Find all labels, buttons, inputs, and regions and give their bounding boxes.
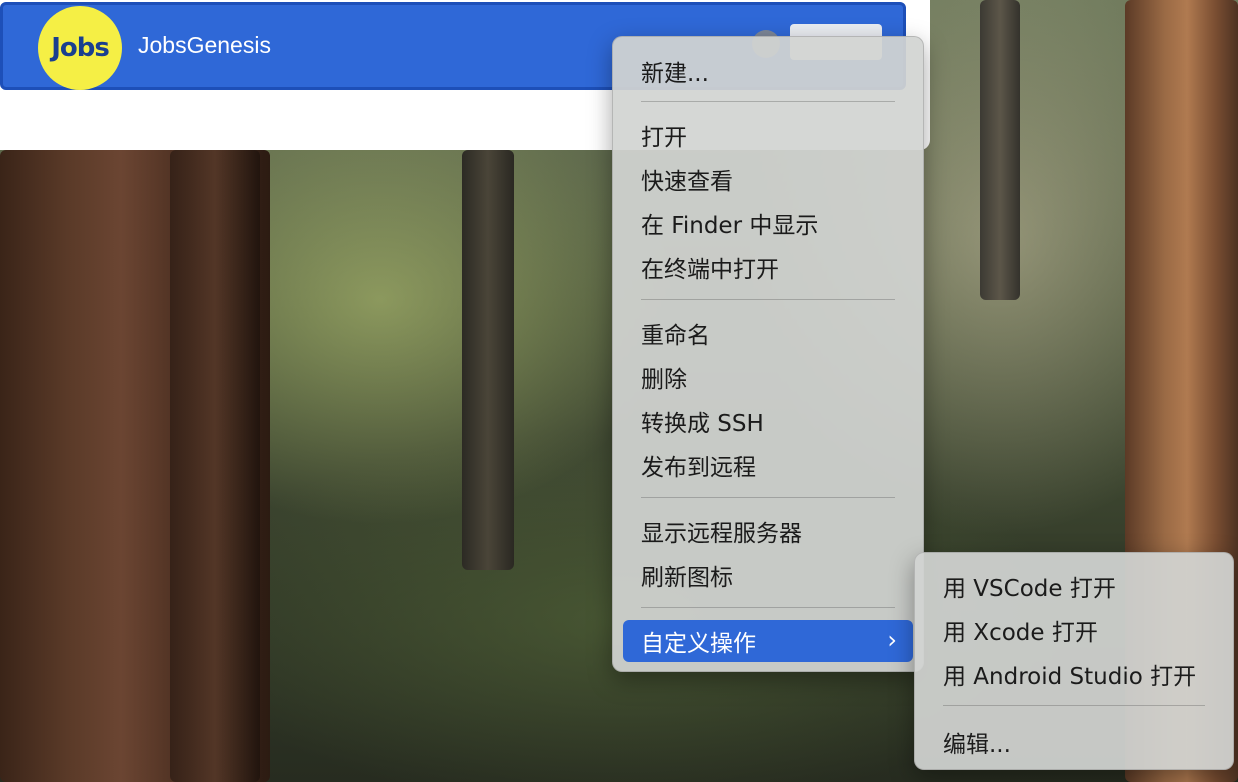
- menu-item-label: 自定义操作: [641, 631, 756, 657]
- chevron-right-icon: ›: [887, 626, 897, 654]
- menu-separator: [641, 497, 895, 498]
- menu-item-refresh-icons[interactable]: 刷新图标: [623, 556, 913, 594]
- menu-item-new[interactable]: 新建...: [623, 52, 913, 90]
- menu-item-convert-ssh[interactable]: 转换成 SSH: [623, 402, 913, 440]
- menu-item-custom-actions[interactable]: 自定义操作 ›: [623, 620, 913, 662]
- menu-item-show-in-finder[interactable]: 在 Finder 中显示: [623, 204, 913, 242]
- menu-separator: [641, 299, 895, 300]
- context-menu: 新建... 打开 快速查看 在 Finder 中显示 在终端中打开 重命名 删除…: [612, 36, 924, 672]
- submenu-item-open-vscode[interactable]: 用 VSCode 打开: [925, 567, 1223, 605]
- app-title: JobsGenesis: [138, 32, 271, 58]
- custom-actions-submenu: 用 VSCode 打开 用 Xcode 打开 用 Android Studio …: [914, 552, 1234, 770]
- menu-item-rename[interactable]: 重命名: [623, 314, 913, 352]
- menu-separator: [943, 705, 1205, 706]
- menu-item-quick-look[interactable]: 快速查看: [623, 160, 913, 198]
- submenu-item-open-xcode[interactable]: 用 Xcode 打开: [925, 611, 1223, 649]
- tree-trunk: [980, 0, 1020, 300]
- menu-item-open[interactable]: 打开: [623, 116, 913, 154]
- submenu-item-edit[interactable]: 编辑...: [925, 723, 1223, 761]
- app-logo[interactable]: Jobs: [38, 6, 122, 90]
- menu-item-open-in-terminal[interactable]: 在终端中打开: [623, 248, 913, 286]
- menu-item-delete[interactable]: 删除: [623, 358, 913, 396]
- menu-item-show-remote-servers[interactable]: 显示远程服务器: [623, 512, 913, 550]
- tree-trunk-shade: [170, 150, 260, 782]
- menu-separator: [641, 607, 895, 608]
- tree-trunk: [462, 150, 514, 570]
- menu-separator: [641, 101, 895, 102]
- submenu-item-open-android-studio[interactable]: 用 Android Studio 打开: [925, 655, 1223, 693]
- menu-item-publish-remote[interactable]: 发布到远程: [623, 446, 913, 484]
- logo-text: Jobs: [51, 33, 110, 63]
